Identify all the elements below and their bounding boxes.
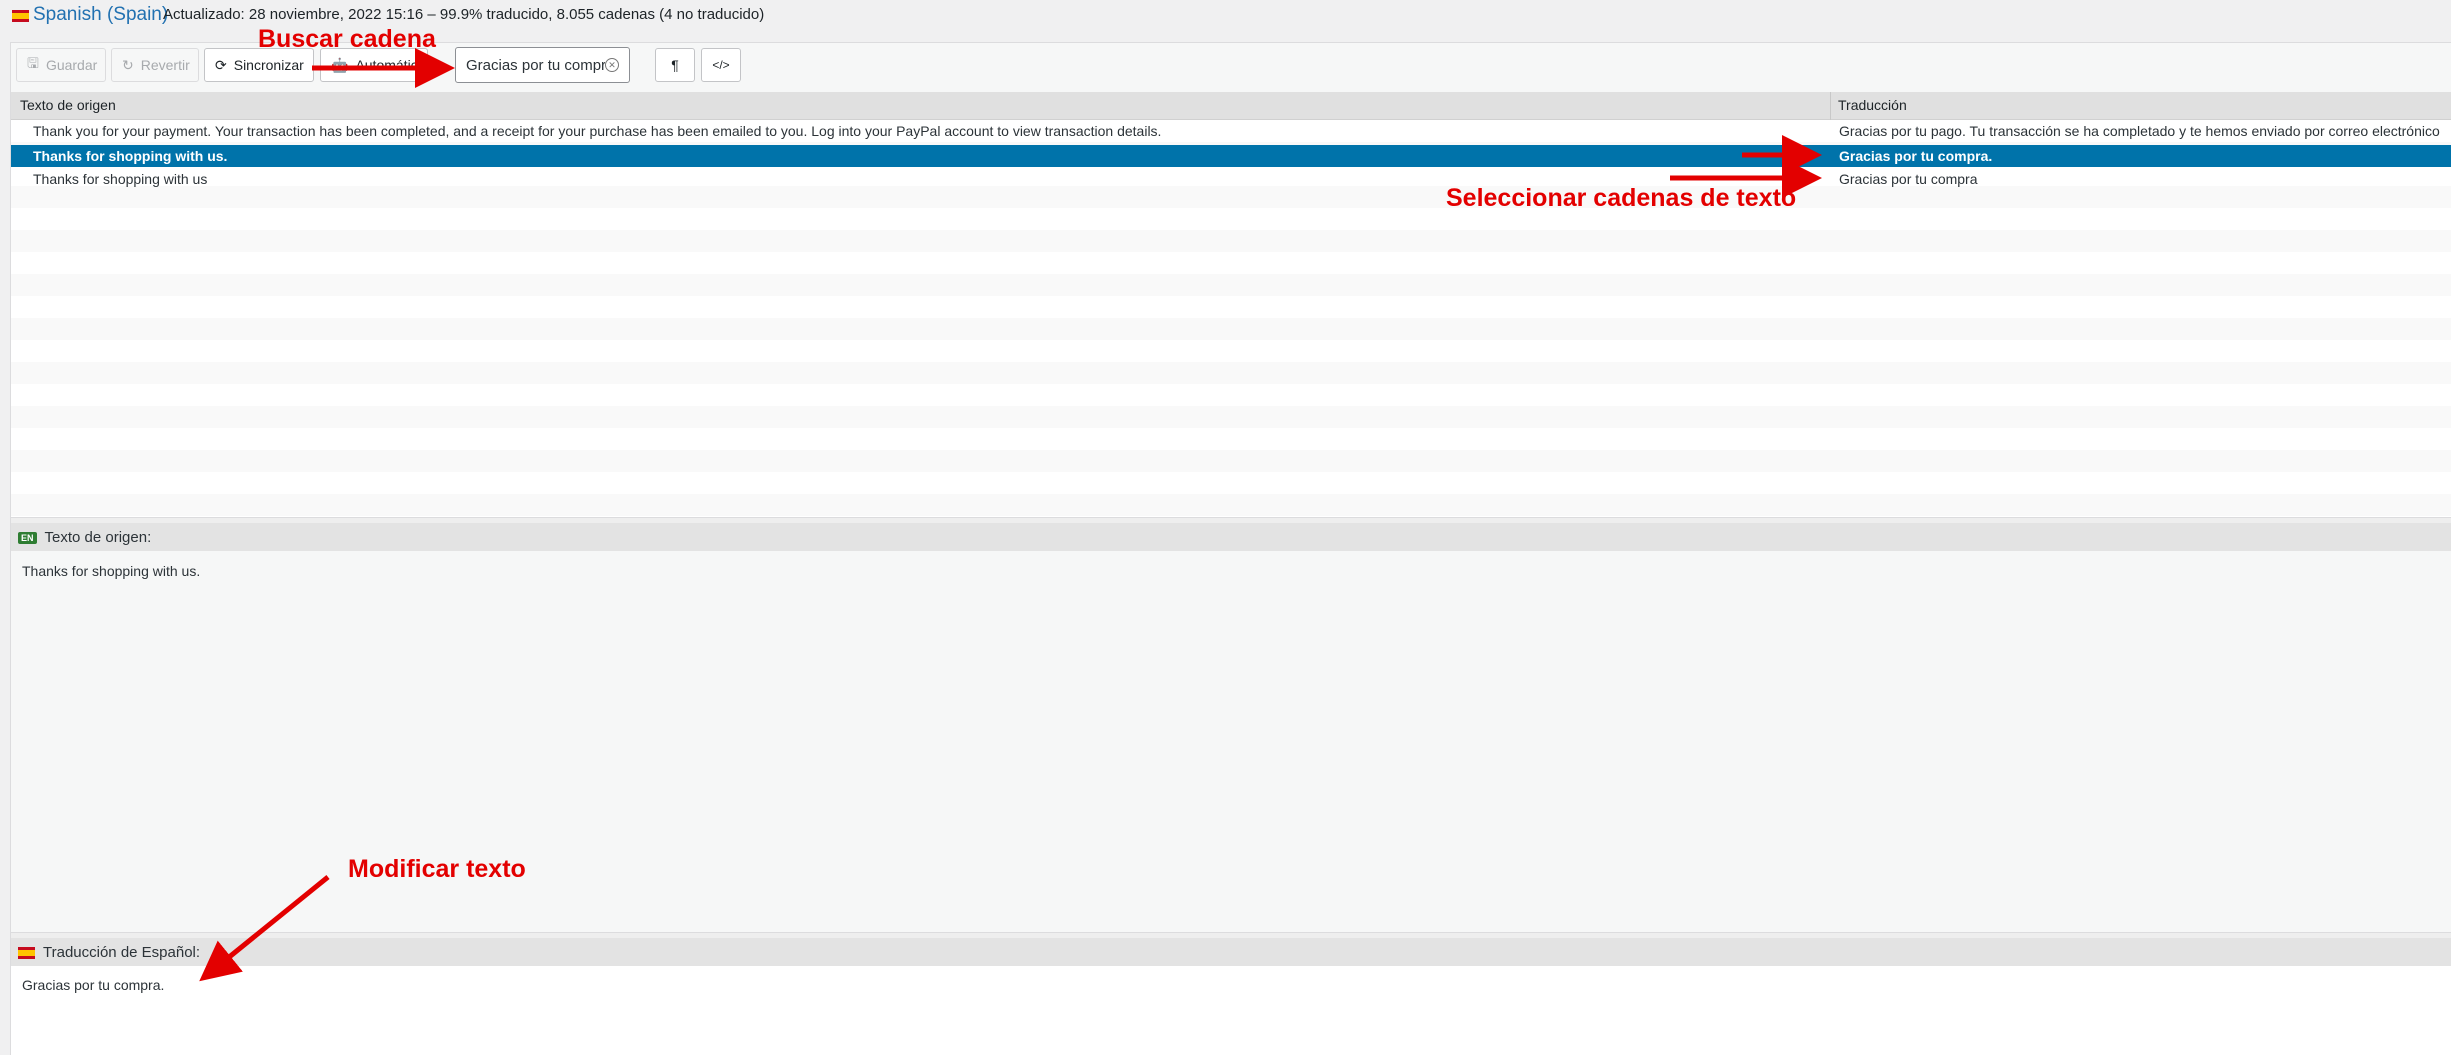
annotation-search: Buscar cadena — [258, 25, 436, 53]
annotation-select: Seleccionar cadenas de texto — [1446, 184, 1797, 212]
annotation-arrows — [199, 48, 1822, 982]
modify-arrow — [199, 875, 330, 982]
annotation-modify: Modificar texto — [348, 855, 526, 883]
